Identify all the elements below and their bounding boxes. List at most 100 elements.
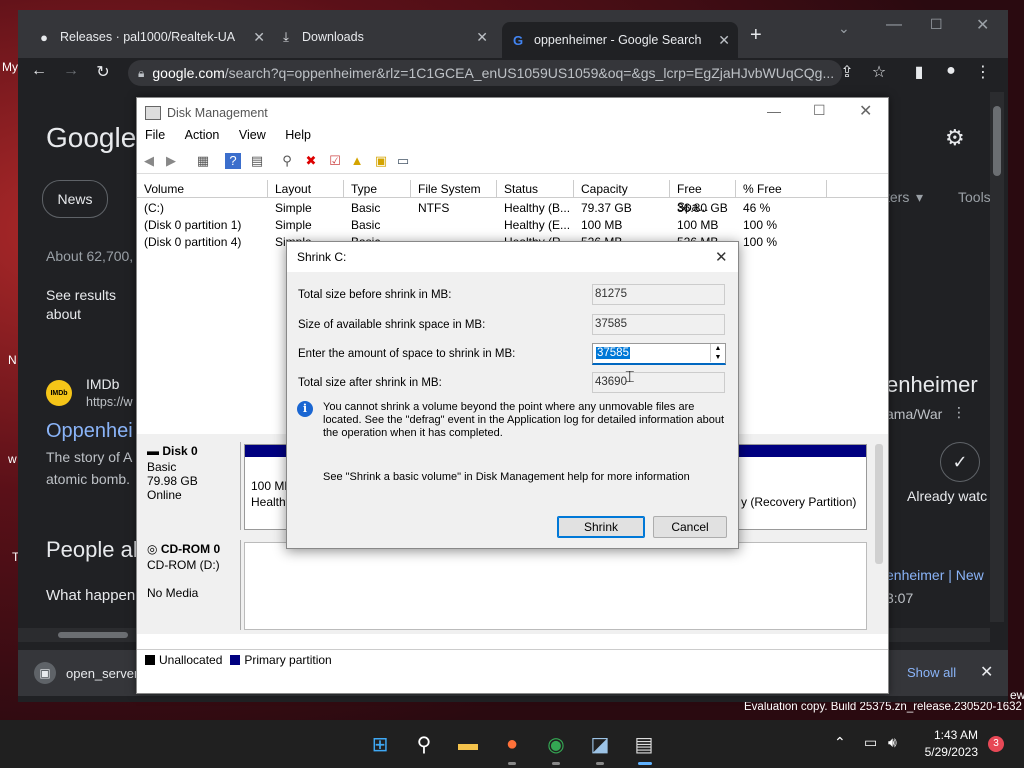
maximize-icon[interactable]: ☐ bbox=[930, 16, 943, 33]
url-path: /search?q=oppenheimer&rlz=1C1GCEA_enUS10… bbox=[224, 65, 835, 81]
close-icon[interactable]: ✕ bbox=[980, 662, 993, 682]
tab-google-search[interactable]: G oppenheimer - Google Search ✕ bbox=[502, 22, 738, 58]
tab-github-releases[interactable]: ● Releases · pal1000/Realtek-UAD- ✕ bbox=[28, 24, 273, 50]
notification-badge[interactable]: 3 bbox=[988, 736, 1004, 752]
result-title-link[interactable]: Oppenhei bbox=[46, 420, 133, 443]
google-logo[interactable]: Google bbox=[46, 122, 136, 154]
vertical-scrollbar[interactable] bbox=[875, 444, 883, 564]
close-icon[interactable]: ✕ bbox=[715, 248, 728, 266]
minimize-icon[interactable]: — bbox=[767, 103, 781, 119]
already-watched-label[interactable]: Already watc bbox=[907, 488, 987, 504]
column-header-filesystem[interactable]: File System bbox=[411, 180, 497, 198]
tab-downloads[interactable]: ⤓ Downloads ✕ bbox=[270, 24, 496, 50]
see-results-about[interactable]: See results bbox=[46, 287, 116, 303]
disk-management-taskbar-icon[interactable]: ◪ bbox=[586, 730, 614, 758]
column-header-free-space[interactable]: Free Spa... bbox=[670, 180, 736, 214]
minimize-icon[interactable]: — bbox=[886, 16, 902, 34]
chevron-up-icon[interactable]: ⌃ bbox=[834, 734, 846, 751]
clock-date[interactable]: 5/29/2023 bbox=[914, 745, 978, 759]
spin-up-icon[interactable]: ▲ bbox=[710, 344, 725, 353]
share-icon[interactable]: ⇪ bbox=[836, 62, 858, 82]
column-header-percent-free[interactable]: % Free bbox=[736, 180, 827, 198]
cdrom-media: No Media bbox=[147, 586, 199, 600]
google-icon: G bbox=[512, 32, 524, 48]
help-icon[interactable]: ? bbox=[225, 153, 241, 169]
spin-down-icon[interactable]: ▼ bbox=[710, 353, 725, 362]
menu-help[interactable]: Help bbox=[285, 128, 311, 142]
cell-filesystem: NTFS bbox=[418, 201, 450, 215]
search-icon[interactable]: ⚲ bbox=[410, 730, 438, 758]
close-icon[interactable]: ✕ bbox=[859, 101, 872, 121]
delete-icon[interactable]: ✖ bbox=[303, 153, 319, 169]
news-filter-pill[interactable]: News bbox=[42, 180, 108, 218]
address-bar[interactable]: 🔒︎ google.com /search?q=oppenheimer&rlz=… bbox=[128, 60, 842, 86]
column-header-capacity[interactable]: Capacity bbox=[574, 180, 670, 198]
cell-free: 36.80 GB bbox=[677, 201, 728, 215]
sidepanel-icon[interactable]: ▮ bbox=[908, 62, 930, 82]
table-row[interactable]: (Disk 0 partition 1) Simple Basic Health… bbox=[137, 217, 888, 234]
column-header-volume[interactable]: Volume bbox=[137, 180, 268, 198]
menu-view[interactable]: View bbox=[239, 128, 266, 142]
cdrom-info[interactable]: ◎ CD-ROM 0 CD-ROM (D:) No Media bbox=[139, 540, 241, 630]
close-window-icon[interactable]: ✕ bbox=[976, 15, 989, 35]
forward-icon[interactable]: ▶ bbox=[163, 153, 179, 169]
properties-icon[interactable]: ▦ bbox=[195, 153, 211, 169]
back-icon[interactable]: ◀ bbox=[141, 153, 157, 169]
checklist-icon[interactable]: ☑ bbox=[327, 153, 343, 169]
filters-label[interactable]: ters bbox=[886, 189, 909, 205]
close-icon[interactable]: ✕ bbox=[718, 32, 730, 49]
firefox-icon[interactable]: ● bbox=[498, 730, 526, 758]
profile-icon[interactable]: ● bbox=[940, 62, 962, 80]
maximize-icon[interactable]: ☐ bbox=[813, 102, 826, 119]
knowledge-panel-link[interactable]: enheimer | New bbox=[886, 567, 984, 583]
clock-time[interactable]: 1:43 AM bbox=[922, 728, 978, 742]
paa-question[interactable]: What happen bbox=[46, 587, 135, 604]
folder-up-icon[interactable]: ▲ bbox=[349, 153, 365, 169]
dialog-titlebar[interactable]: Shrink C: ✕ bbox=[287, 242, 738, 272]
table-row[interactable]: (C:) Simple Basic NTFS Healthy (B... 79.… bbox=[137, 200, 888, 217]
shrink-amount-input[interactable]: 37585 ▲ ▼ bbox=[592, 343, 726, 365]
cell-free: 100 MB bbox=[677, 218, 719, 232]
chevron-down-icon[interactable]: ⌄ bbox=[838, 20, 850, 37]
column-header-type[interactable]: Type bbox=[344, 180, 411, 198]
disk0-info[interactable]: ▬ Disk 0 Basic 79.98 GB Online bbox=[139, 442, 241, 530]
vertical-scrollbar[interactable] bbox=[990, 92, 1004, 622]
cancel-button[interactable]: Cancel bbox=[653, 516, 727, 538]
menu-dots-icon[interactable]: ⋮ bbox=[952, 404, 966, 421]
download-filename[interactable]: open_server bbox=[66, 666, 138, 681]
close-icon[interactable]: ✕ bbox=[476, 29, 488, 46]
mmc-toolbar: ◀ ▶ ▦ ? ▤ ⚲ ✖ ☑ ▲ ▣ ▭ bbox=[137, 149, 888, 174]
new-tab-button[interactable]: + bbox=[750, 24, 762, 47]
shrink-button[interactable]: Shrink bbox=[557, 516, 645, 538]
menu-action[interactable]: Action bbox=[185, 128, 220, 142]
checkmark-icon[interactable]: ✓ bbox=[940, 442, 980, 482]
column-header-status[interactable]: Status bbox=[497, 180, 574, 198]
settings-gear-icon[interactable]: ⚙ bbox=[945, 125, 965, 151]
result-snippet: The story of A bbox=[46, 449, 133, 465]
back-icon[interactable]: ← bbox=[28, 62, 50, 80]
folder-search-icon[interactable]: ▣ bbox=[373, 153, 389, 169]
recovery-partition-label[interactable]: y (Recovery Partition) bbox=[741, 495, 856, 509]
menu-file[interactable]: File bbox=[145, 128, 165, 142]
cell-volume: (C:) bbox=[144, 201, 164, 215]
computer-management-icon[interactable]: ▤ bbox=[630, 730, 658, 758]
list-view-icon[interactable]: ▤ bbox=[249, 153, 265, 169]
menu-dots-icon[interactable]: ⋮ bbox=[972, 62, 994, 82]
network-icon[interactable]: ▭ bbox=[864, 734, 877, 751]
chrome-icon[interactable]: ◉ bbox=[542, 730, 570, 758]
connect-icon[interactable]: ⚲ bbox=[279, 153, 295, 169]
volume-icon[interactable]: 🔊︎ bbox=[888, 734, 897, 751]
bookmark-star-icon[interactable]: ☆ bbox=[868, 62, 890, 82]
file-explorer-icon[interactable]: ▬ bbox=[454, 730, 482, 758]
show-all-button[interactable]: Show all bbox=[907, 665, 956, 680]
window-titlebar[interactable]: Disk Management — ☐ ✕ bbox=[137, 98, 888, 128]
close-icon[interactable]: ✕ bbox=[253, 29, 265, 46]
forward-icon[interactable]: → bbox=[60, 62, 82, 80]
windows-start-icon[interactable]: ⊞ bbox=[366, 730, 394, 758]
result-url[interactable]: https://w bbox=[86, 395, 133, 409]
column-header-layout[interactable]: Layout bbox=[268, 180, 344, 198]
tools-label[interactable]: Tools bbox=[958, 189, 991, 205]
see-results-about-2[interactable]: about bbox=[46, 306, 81, 322]
view-icon[interactable]: ▭ bbox=[395, 153, 411, 169]
reload-icon[interactable]: ↻ bbox=[92, 62, 114, 82]
